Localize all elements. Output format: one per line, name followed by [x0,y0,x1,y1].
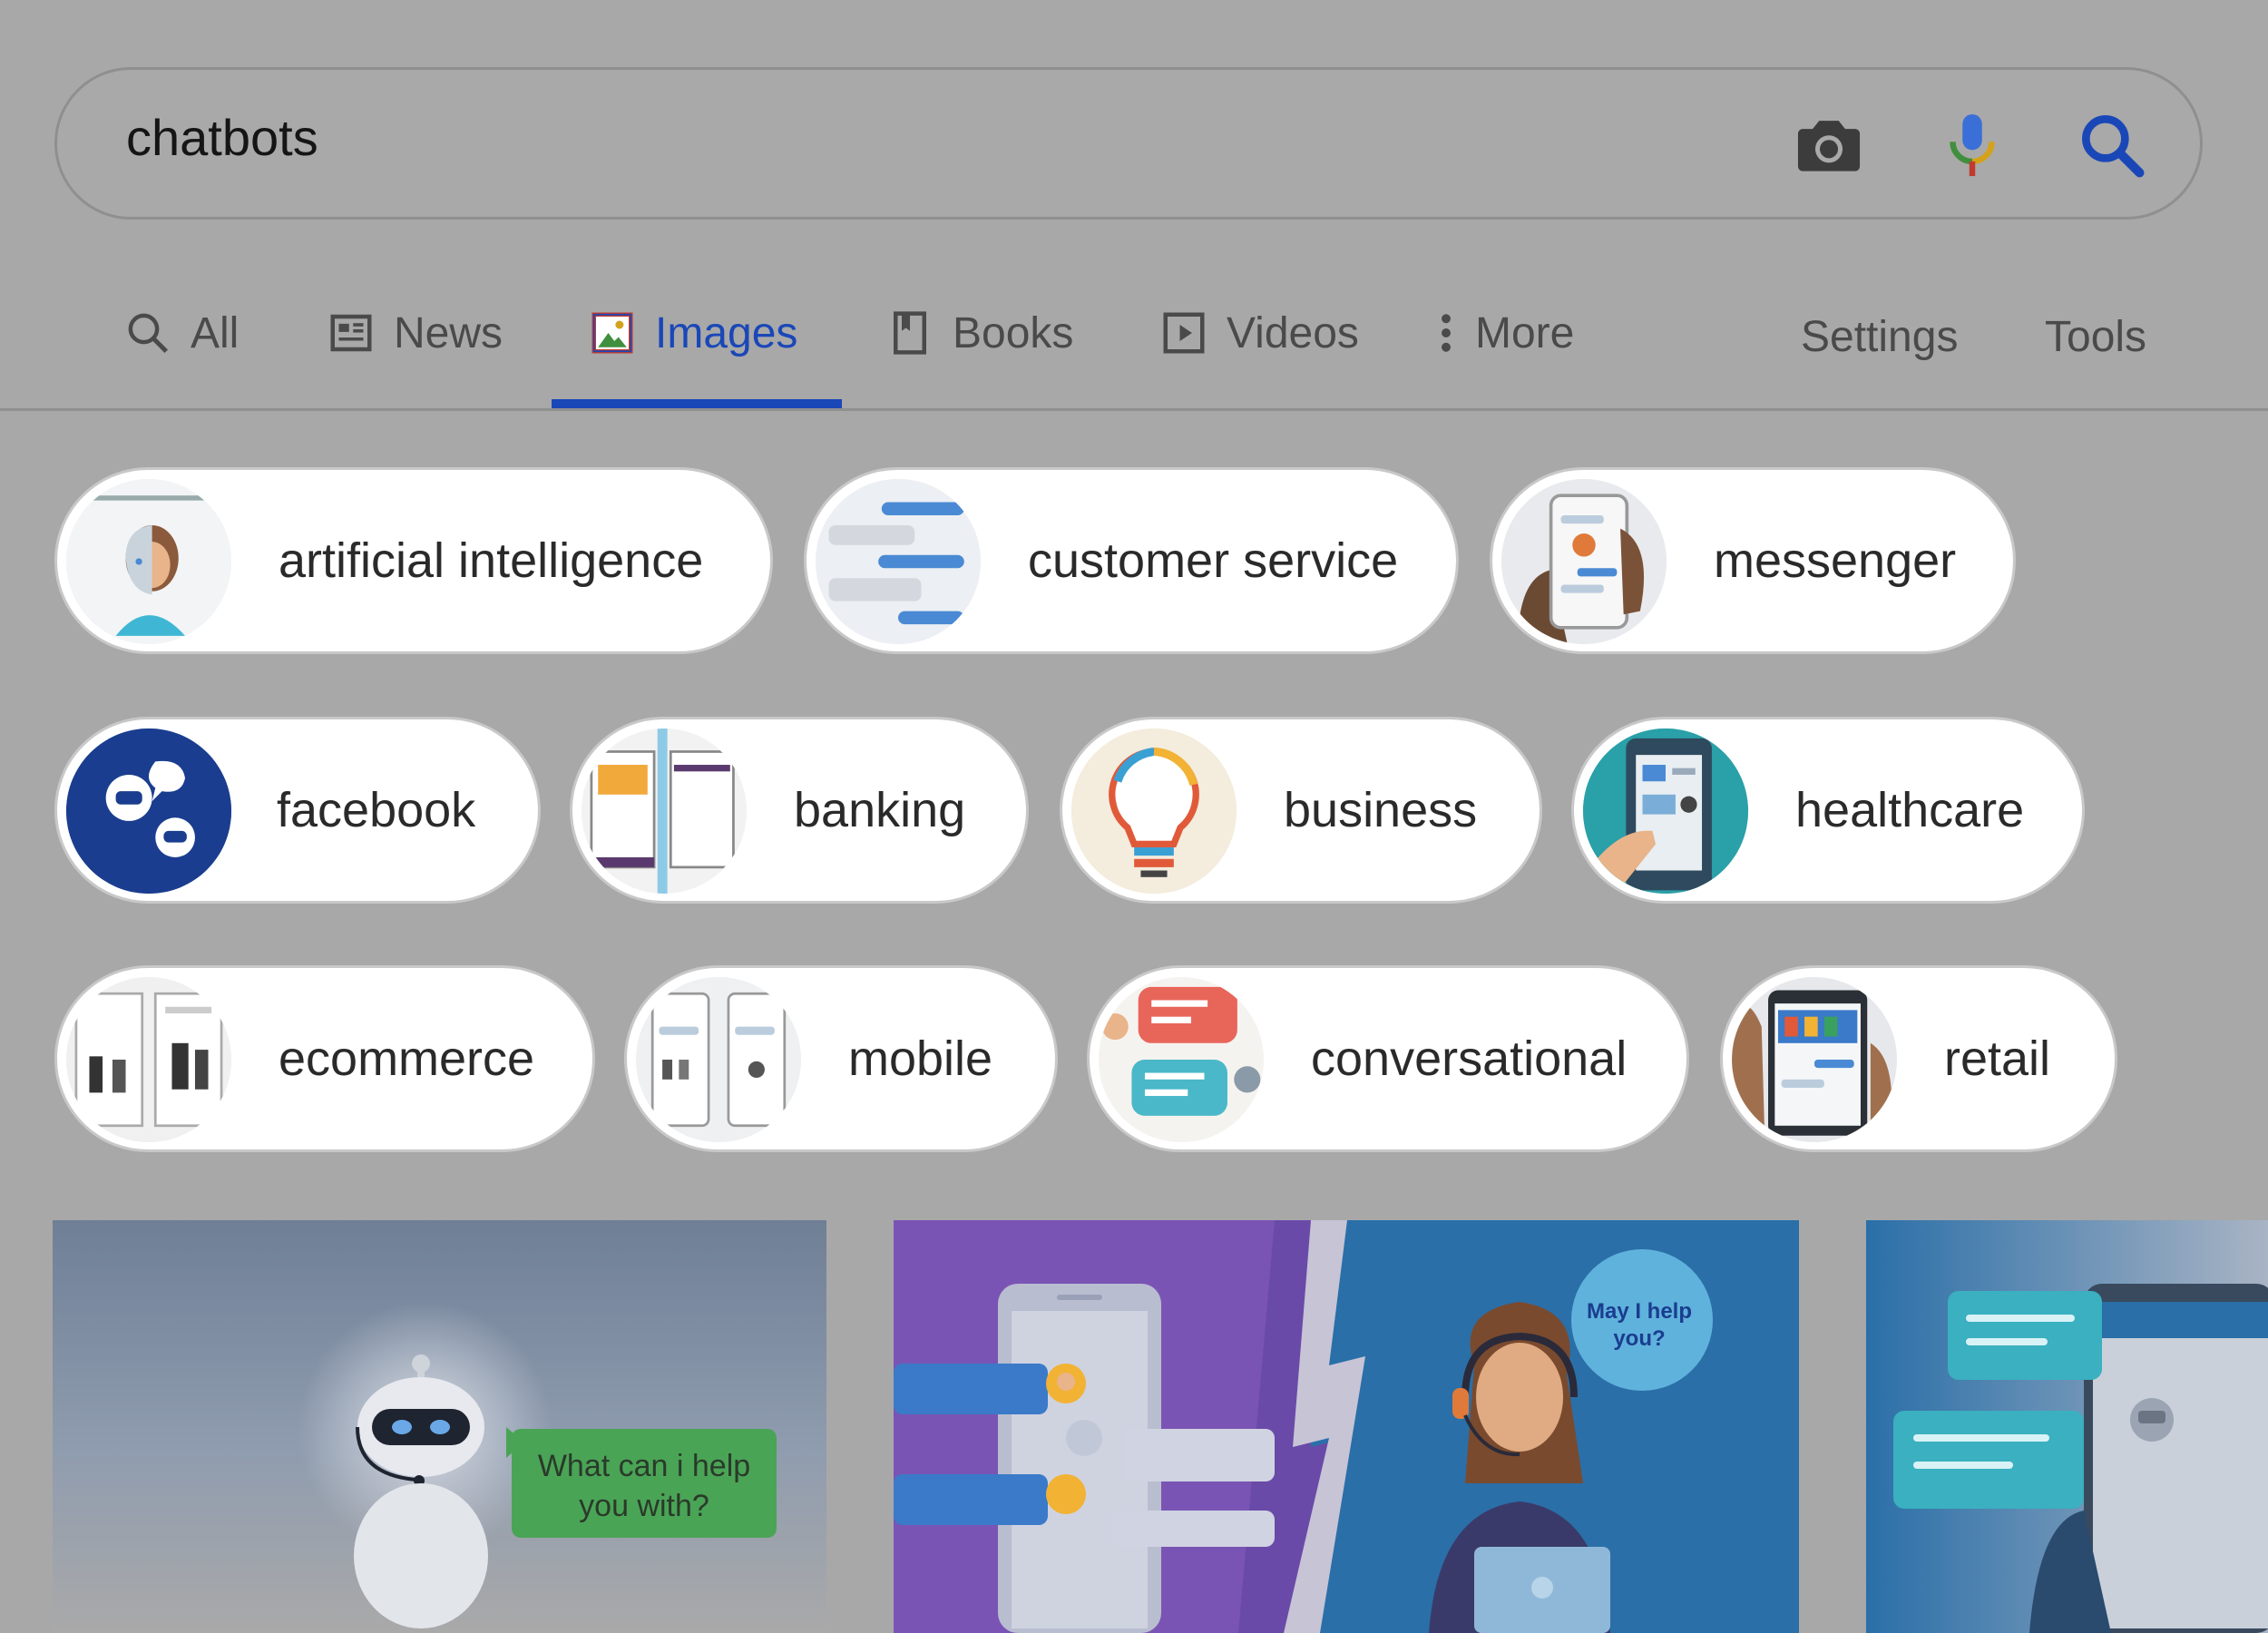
books-icon [894,311,926,355]
tab-images[interactable]: Images [588,299,797,410]
active-tab-indicator [552,399,842,408]
search-icon[interactable] [2073,106,2151,184]
chip-facebook[interactable]: facebook [54,717,541,904]
chip-label: banking [794,783,966,837]
chip-thumbnail [1732,977,1897,1142]
tab-label: Books [953,309,1074,357]
tab-all[interactable]: All [123,299,239,410]
chip-artificial-intelligence[interactable]: artificial intelligence [54,467,773,654]
tabs-divider [0,408,2268,411]
chip-thumbnail [1501,479,1667,644]
svg-text:you?: you? [1613,1326,1665,1351]
chip-label: artificial intelligence [279,533,704,588]
videos-icon [1163,312,1205,354]
image-result-1[interactable]: What can i help you with? [53,1220,826,1633]
settings-link[interactable]: Settings [1801,308,1958,367]
chip-retail[interactable]: retail [1720,965,2117,1152]
result-caption: May I help [1587,1299,1692,1324]
chip-business[interactable]: business [1060,717,1542,904]
result-image: May I help you? [894,1220,1799,1633]
image-result-2[interactable]: May I help you? [894,1220,1799,1633]
chip-ecommerce[interactable]: ecommerce [54,965,595,1152]
chip-mobile[interactable]: mobile [624,965,1058,1152]
chip-thumbnail [1071,728,1237,894]
chip-thumbnail [66,728,231,894]
result-image [1866,1220,2268,1633]
camera-icon[interactable] [1790,106,1868,184]
more-vertical-icon [1442,314,1451,352]
chip-thumbnail [636,977,801,1142]
tab-label: News [394,309,503,357]
result-caption: What can i help [538,1449,750,1483]
search-input[interactable]: chatbots [126,108,318,167]
chip-banking[interactable]: banking [570,717,1029,904]
chip-label: customer service [1028,533,1399,588]
chip-label: business [1284,783,1478,837]
tab-label: Images [655,309,798,357]
result-image: What can i help you with? [53,1220,826,1633]
chip-label: healthcare [1795,783,2025,837]
tab-label: Videos [1227,309,1359,357]
chip-thumbnail [582,728,747,894]
chip-label: messenger [1714,533,1957,588]
image-result-3[interactable] [1866,1220,2268,1633]
news-icon [330,314,372,352]
chip-thumbnail [66,479,231,644]
chip-healthcare[interactable]: healthcare [1571,717,2085,904]
chip-label: conversational [1311,1032,1628,1086]
chip-thumbnail [816,479,981,644]
tab-label: More [1475,309,1575,357]
tab-news[interactable]: News [327,299,503,410]
tab-books[interactable]: Books [885,299,1073,410]
chip-thumbnail [1583,728,1748,894]
chip-label: ecommerce [279,1032,535,1086]
svg-text:you with?: you with? [579,1489,709,1523]
chip-label: retail [1944,1032,2051,1086]
chip-label: facebook [277,783,476,837]
chip-thumbnail [1099,977,1264,1142]
tab-more[interactable]: More [1433,299,1574,410]
chip-label: mobile [848,1032,993,1086]
chip-customer-service[interactable]: customer service [804,467,1459,654]
tab-label: All [191,309,240,357]
chip-thumbnail [66,977,231,1142]
images-icon [591,312,633,354]
chip-conversational[interactable]: conversational [1087,965,1689,1152]
search-icon [128,313,169,354]
microphone-icon[interactable] [1933,106,2011,184]
tools-link[interactable]: Tools [2045,308,2146,367]
chip-messenger[interactable]: messenger [1490,467,2016,654]
search-bar[interactable]: chatbots [54,67,2203,220]
tab-videos[interactable]: Videos [1159,299,1359,410]
